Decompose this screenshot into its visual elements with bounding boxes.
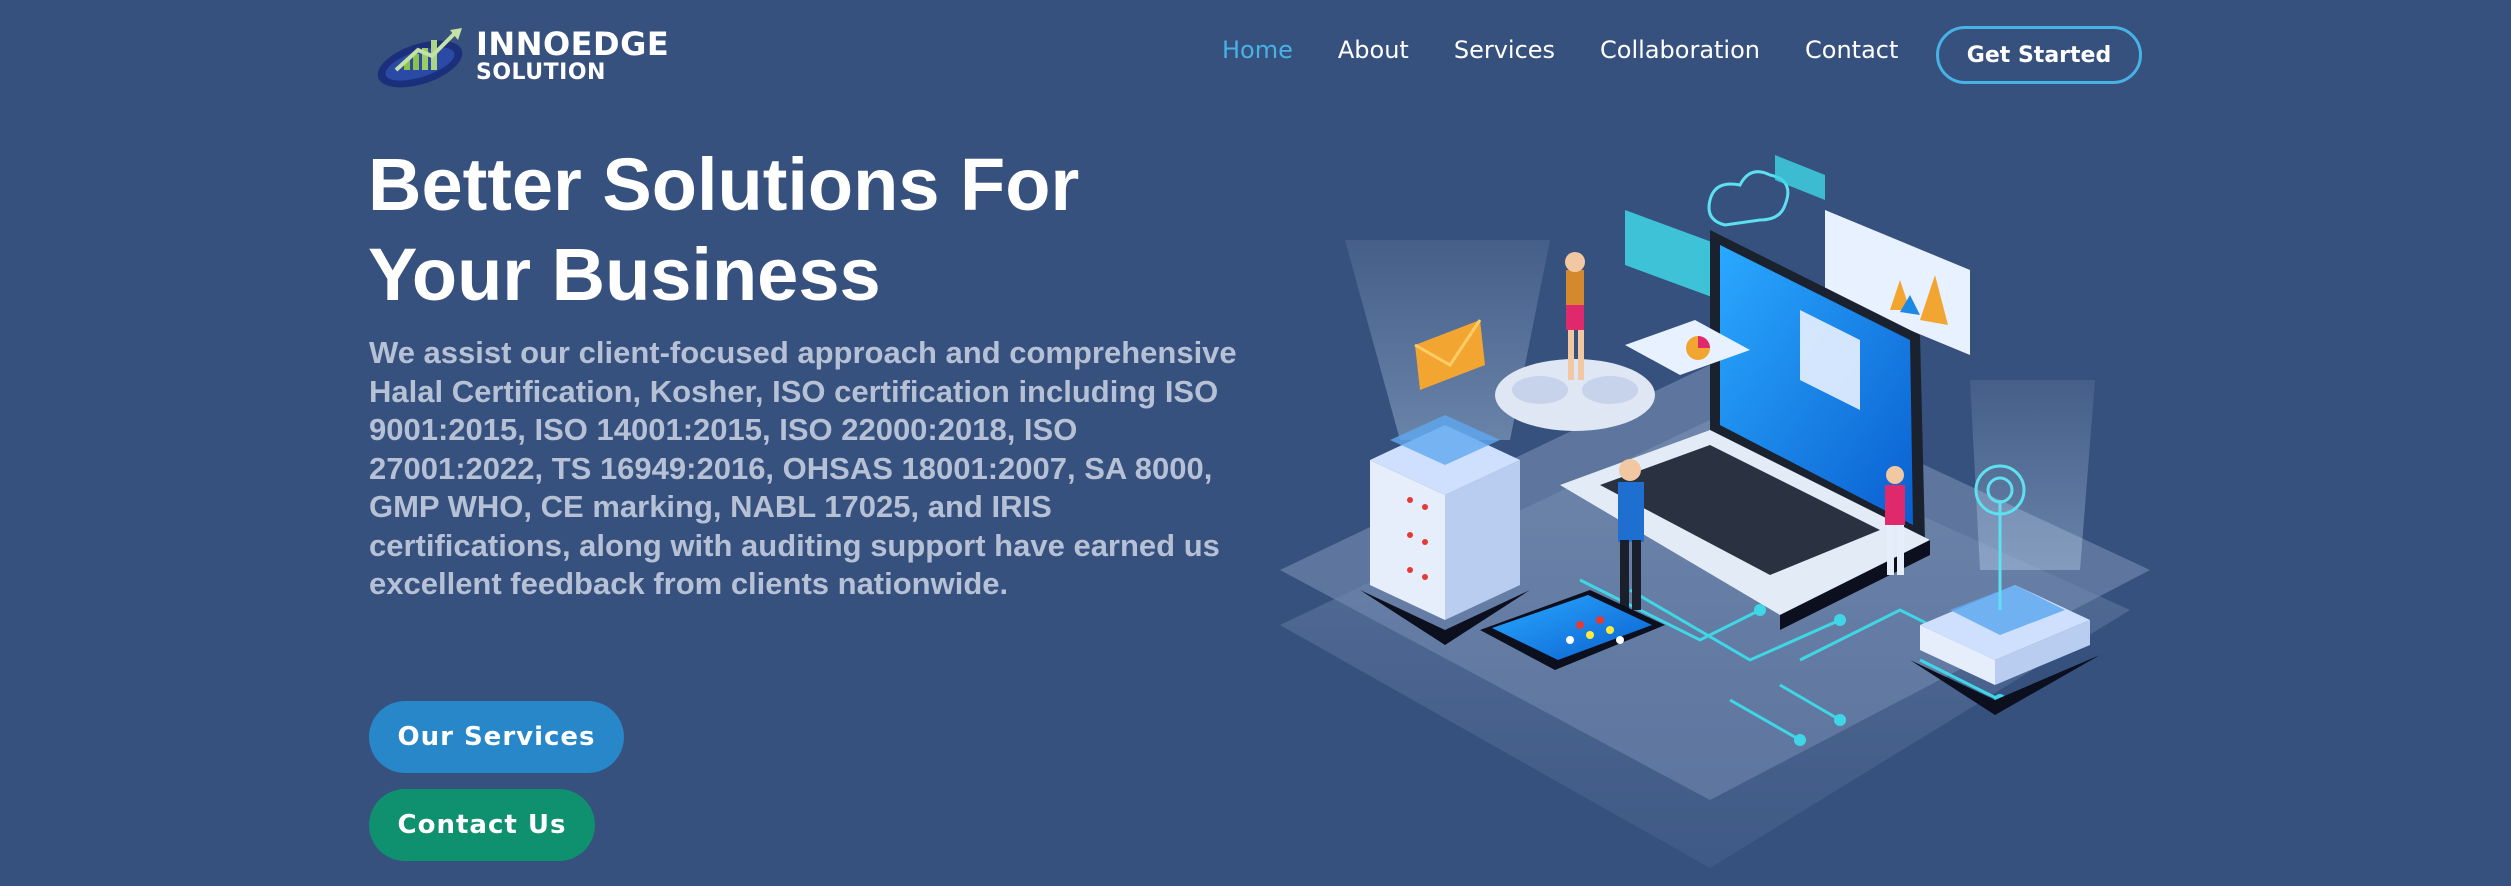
growth-bars-logo-icon	[377, 28, 463, 88]
contact-us-button[interactable]: Contact Us	[369, 789, 595, 861]
brand-name: INNOEDGE SOLUTION	[476, 28, 669, 84]
hero-title: Better Solutions For Your Business	[368, 140, 1268, 320]
nav-item-services[interactable]: Services	[1454, 36, 1555, 64]
brand-name-line2: SOLUTION	[476, 60, 606, 85]
our-services-button[interactable]: Our Services	[369, 701, 624, 773]
hero-title-line2: Your Business	[368, 233, 881, 316]
get-started-button[interactable]: Get Started	[1936, 26, 2142, 84]
brand-name-line1: INNOEDGE	[476, 25, 670, 63]
brand-logo[interactable]: INNOEDGE SOLUTION	[374, 20, 669, 92]
nav-item-collaboration[interactable]: Collaboration	[1600, 36, 1760, 64]
nav-item-home[interactable]: Home	[1222, 36, 1293, 64]
hero-description: We assist our client-focused approach an…	[369, 335, 1237, 601]
isometric-tech-illustration	[1280, 155, 2150, 868]
nav-item-contact[interactable]: Contact	[1805, 36, 1898, 64]
main-nav: Home About Services Collaboration Contac…	[1222, 36, 1943, 64]
nav-item-about[interactable]: About	[1338, 36, 1409, 64]
hero-title-line1: Better Solutions For	[368, 143, 1080, 226]
